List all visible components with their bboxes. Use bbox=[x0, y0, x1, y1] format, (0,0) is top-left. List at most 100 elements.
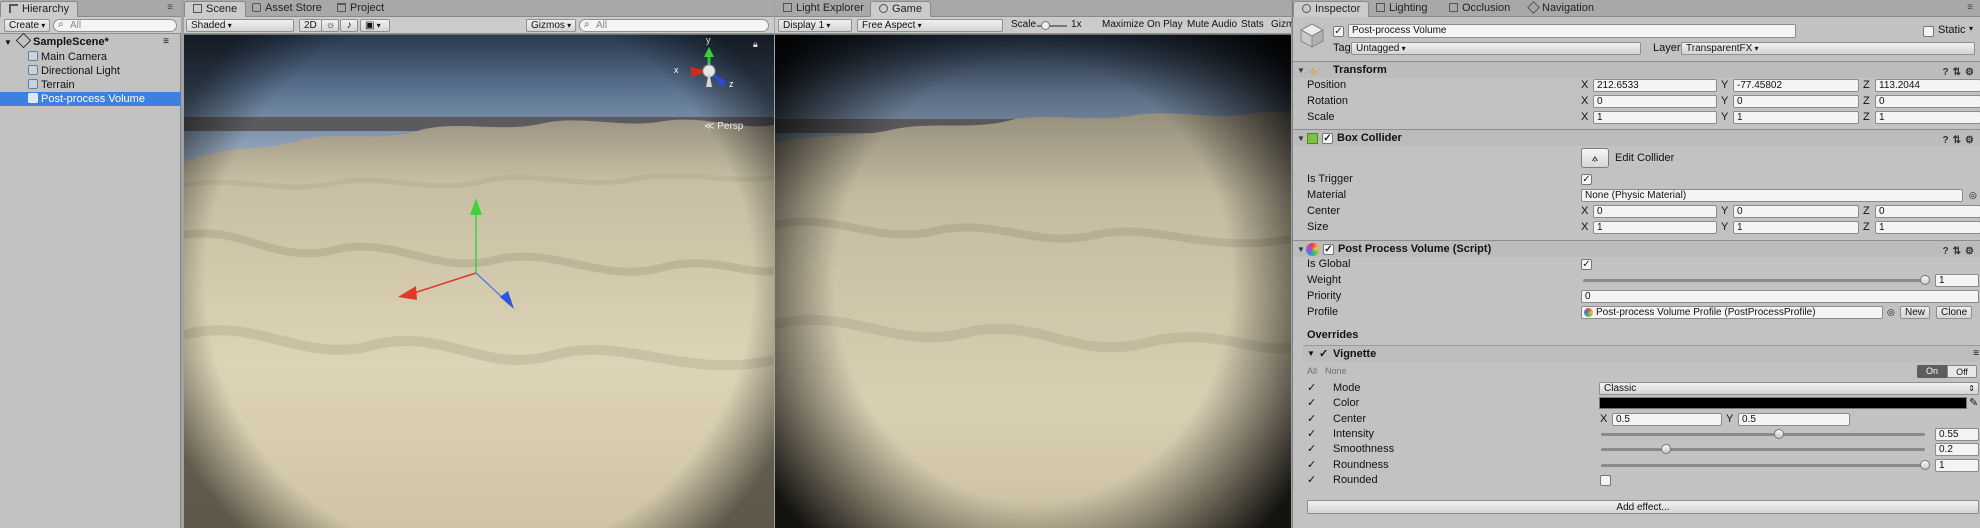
edit-collider-button[interactable]: ⟑ bbox=[1581, 148, 1609, 168]
tab-lighting[interactable]: Lighting bbox=[1368, 1, 1436, 17]
position-z-field[interactable]: 113.2044 bbox=[1875, 79, 1980, 92]
center-y-field[interactable]: 0 bbox=[1733, 205, 1859, 218]
roundness-slider[interactable] bbox=[1601, 460, 1930, 470]
post-process-volume-header[interactable]: ▼ ✓ Post Process Volume (Script) ?⇅⚙ bbox=[1293, 240, 1980, 257]
layer-dropdown[interactable]: TransparentFX bbox=[1681, 42, 1975, 55]
new-profile-button[interactable]: New bbox=[1900, 306, 1931, 319]
size-z-field[interactable]: 1 bbox=[1875, 221, 1980, 234]
intensity-override-check[interactable]: ✓ bbox=[1307, 426, 1316, 442]
intensity-slider[interactable] bbox=[1601, 429, 1925, 439]
vignette-off-button[interactable]: Off bbox=[1947, 365, 1977, 378]
expand-icon[interactable]: ▼ bbox=[1307, 346, 1315, 362]
display-dropdown[interactable]: Display 1 bbox=[778, 19, 852, 32]
aspect-dropdown[interactable]: Free Aspect bbox=[857, 19, 1003, 32]
scale-y-field[interactable]: 1 bbox=[1733, 111, 1859, 124]
effects-toggle-icon[interactable]: ▣ bbox=[360, 19, 390, 32]
create-button[interactable]: Create bbox=[4, 19, 51, 32]
weight-slider[interactable] bbox=[1583, 275, 1930, 285]
shading-mode-dropdown[interactable]: Shaded bbox=[186, 19, 294, 32]
tab-asset-store[interactable]: Asset Store bbox=[244, 1, 330, 17]
scale-slider-knob[interactable] bbox=[1041, 21, 1050, 30]
tab-scene[interactable]: Scene bbox=[184, 1, 247, 17]
static-checkbox[interactable] bbox=[1923, 26, 1934, 37]
audio-toggle-icon[interactable]: ♪ bbox=[340, 19, 358, 32]
object-name-input[interactable]: Post-process Volume bbox=[1348, 24, 1796, 38]
maximize-on-play-toggle[interactable]: Maximize On Play bbox=[1098, 19, 1187, 32]
projection-toggle[interactable]: ≪ Persp bbox=[704, 121, 743, 132]
stats-toggle[interactable]: Stats bbox=[1237, 19, 1268, 32]
roundness-override-check[interactable]: ✓ bbox=[1307, 457, 1316, 473]
active-checkbox[interactable]: ✓ bbox=[1333, 26, 1344, 37]
hierarchy-item-main-camera[interactable]: Main Camera bbox=[0, 50, 181, 64]
mute-audio-toggle[interactable]: Mute Audio bbox=[1183, 19, 1241, 32]
is-global-checkbox[interactable]: ✓ bbox=[1581, 259, 1592, 270]
color-override-check[interactable]: ✓ bbox=[1307, 395, 1316, 411]
panel-menu-icon[interactable]: ≡ bbox=[167, 2, 173, 13]
tab-light-explorer[interactable]: Light Explorer bbox=[775, 1, 872, 17]
roundness-field[interactable]: 1 bbox=[1935, 459, 1979, 472]
tab-hierarchy[interactable]: Hierarchy bbox=[0, 1, 79, 17]
smoothness-slider-knob[interactable] bbox=[1660, 444, 1671, 454]
smoothness-slider[interactable] bbox=[1601, 444, 1925, 454]
tab-game[interactable]: Game bbox=[870, 1, 931, 17]
ppv-enabled-checkbox[interactable]: ✓ bbox=[1323, 244, 1334, 255]
position-y-field[interactable]: -77.45802 bbox=[1733, 79, 1859, 92]
game-viewport[interactable] bbox=[775, 35, 1291, 528]
add-effect-button[interactable]: Add effect... bbox=[1307, 500, 1979, 514]
scene-search-input[interactable]: All bbox=[579, 19, 769, 32]
hierarchy-item-terrain[interactable]: Terrain bbox=[0, 78, 181, 92]
vignette-center-y-field[interactable]: 0.5 bbox=[1738, 413, 1850, 426]
scale-z-field[interactable]: 1 bbox=[1875, 111, 1980, 124]
object-picker-icon[interactable]: ◎ bbox=[1969, 187, 1977, 203]
select-none-overrides[interactable]: None bbox=[1325, 363, 1347, 379]
position-x-field[interactable]: 212.6533 bbox=[1593, 79, 1717, 92]
gizmos-dropdown[interactable]: Gizmos bbox=[526, 19, 577, 32]
tab-occlusion[interactable]: Occlusion bbox=[1441, 1, 1518, 17]
color-swatch[interactable] bbox=[1599, 397, 1967, 409]
intensity-slider-knob[interactable] bbox=[1774, 429, 1785, 439]
box-collider-header[interactable]: ▼ ✓ Box Collider ?⇅⚙ bbox=[1293, 129, 1980, 146]
is-trigger-checkbox[interactable]: ✓ bbox=[1581, 174, 1592, 185]
object-picker-icon[interactable]: ◎ bbox=[1887, 304, 1895, 320]
hierarchy-search-input[interactable]: All bbox=[53, 19, 177, 32]
rounded-override-check[interactable]: ✓ bbox=[1307, 472, 1316, 488]
intensity-field[interactable]: 0.55 bbox=[1935, 428, 1979, 441]
scale-slider[interactable] bbox=[1037, 21, 1067, 30]
tab-project[interactable]: Project bbox=[329, 1, 392, 17]
clone-profile-button[interactable]: Clone bbox=[1936, 306, 1973, 319]
component-header-icons[interactable]: ?⇅⚙ bbox=[1943, 132, 1978, 149]
size-y-field[interactable]: 1 bbox=[1733, 221, 1859, 234]
center-z-field[interactable]: 0 bbox=[1875, 205, 1980, 218]
rotation-y-field[interactable]: 0 bbox=[1733, 95, 1859, 108]
tab-inspector[interactable]: Inspector bbox=[1293, 1, 1370, 17]
tab-navigation[interactable]: Navigation bbox=[1521, 1, 1602, 17]
rotation-x-field[interactable]: 0 bbox=[1593, 95, 1717, 108]
hierarchy-item-directional-light[interactable]: Directional Light bbox=[0, 64, 181, 78]
weight-field[interactable]: 1 bbox=[1935, 274, 1979, 287]
vignette-enabled-check[interactable]: ✓ bbox=[1319, 346, 1328, 362]
priority-field[interactable]: 0 bbox=[1581, 290, 1979, 303]
select-all-overrides[interactable]: All bbox=[1307, 363, 1317, 379]
profile-field[interactable]: Post-process Volume Profile (PostProcess… bbox=[1581, 306, 1883, 319]
vignette-menu-icon[interactable]: ≡ bbox=[1973, 346, 1979, 362]
eyedropper-icon[interactable]: ✎ bbox=[1969, 395, 1978, 411]
roundness-slider-knob[interactable] bbox=[1920, 460, 1930, 470]
static-dropdown-icon[interactable]: ▾ bbox=[1969, 24, 1973, 33]
smoothness-override-check[interactable]: ✓ bbox=[1307, 441, 1316, 457]
center-x-field[interactable]: 0 bbox=[1593, 205, 1717, 218]
vignette-center-x-field[interactable]: 0.5 bbox=[1612, 413, 1722, 426]
orientation-gizmo[interactable]: y x z bbox=[674, 35, 744, 95]
vignette-on-button[interactable]: On bbox=[1917, 365, 1947, 378]
smoothness-field[interactable]: 0.2 bbox=[1935, 443, 1979, 456]
box-collider-enabled-checkbox[interactable]: ✓ bbox=[1322, 133, 1333, 144]
size-x-field[interactable]: 1 bbox=[1593, 221, 1717, 234]
rotation-z-field[interactable]: 0 bbox=[1875, 95, 1980, 108]
weight-slider-knob[interactable] bbox=[1920, 275, 1930, 285]
scale-x-field[interactable]: 1 bbox=[1593, 111, 1717, 124]
expand-icon[interactable]: ▼ bbox=[1297, 130, 1305, 147]
center-override-check[interactable]: ✓ bbox=[1307, 411, 1316, 427]
scene-root[interactable]: ▼ SampleScene* ≡ bbox=[0, 32, 181, 49]
scene-viewport[interactable]: y x z 🔒︎ ≪ Persp bbox=[184, 35, 774, 528]
tag-dropdown[interactable]: Untagged bbox=[1351, 42, 1641, 55]
rounded-checkbox[interactable] bbox=[1600, 475, 1611, 486]
